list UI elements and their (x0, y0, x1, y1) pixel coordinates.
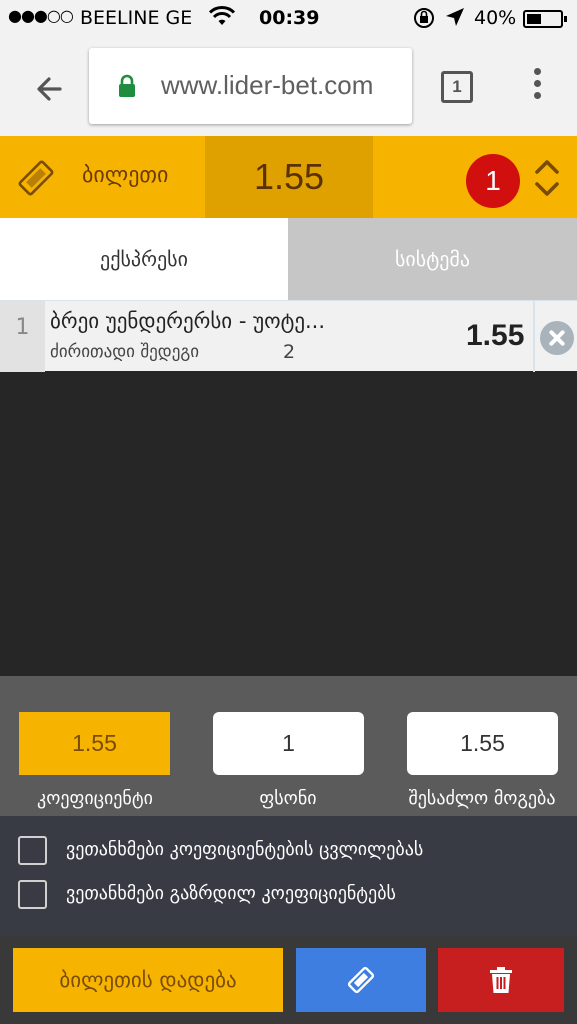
tab-switcher-icon[interactable]: 1 (441, 71, 473, 103)
save-ticket-button[interactable] (296, 948, 426, 1012)
tab-express[interactable]: ექსპრესი (0, 218, 288, 300)
bet-count-badge: 1 (466, 154, 520, 208)
ticket-title[interactable]: ბილეთი (82, 163, 168, 188)
coefficient-value: 1.55 (19, 712, 170, 775)
boosted-odds-checkbox[interactable] (18, 880, 47, 909)
place-bet-button[interactable]: ბილეთის დადება (13, 948, 283, 1012)
delete-ticket-button[interactable] (438, 948, 564, 1012)
remove-bet-icon[interactable] (540, 321, 574, 355)
boosted-odds-label[interactable]: ვეთანხმები გაზრდილ კოეფიციენტებს (66, 883, 396, 904)
agreements: ვეთანხმები კოეფიციენტების ცვლილებას ვეთა… (0, 816, 577, 936)
more-vert-icon[interactable] (527, 68, 547, 108)
odds-change-label[interactable]: ვეთანხმები კოეფიციენტების ცვლილებას (66, 839, 423, 860)
possible-win-label: შესაძლო მოგება (408, 788, 556, 809)
odds-change-checkbox[interactable] (18, 836, 47, 865)
battery-icon (523, 10, 567, 28)
bet-event-name: ბრეი უენდერერსი - უოტე... (50, 309, 326, 333)
page: ●●●○○ BEELINE GE 00:39 40% www.lider-bet… (0, 0, 577, 1024)
bet-outcome: 2 (283, 341, 296, 363)
bet-type-tabs: ექსპრესი სისტემა (0, 218, 577, 300)
bet-market: ძირითადი შედეგი (50, 342, 200, 362)
wifi-icon (208, 5, 236, 32)
address-bar[interactable]: www.lider-bet.com (89, 48, 412, 124)
coefficient-label: კოეფიციენტი (37, 788, 153, 809)
stake-label: ფსონი (259, 788, 317, 809)
bet-odds: 1.55 (466, 319, 525, 352)
location-icon (444, 6, 466, 33)
total-odds: 1.55 (205, 136, 373, 218)
signal-strength: ●●●○○ (8, 6, 74, 25)
possible-win-value: 1.55 (407, 712, 558, 775)
browser-toolbar: www.lider-bet.com 1 (0, 38, 577, 136)
battery-percent: 40% (474, 7, 517, 29)
tab-system[interactable]: სისტემა (288, 218, 577, 300)
padlock-icon (117, 74, 137, 102)
trash-icon (490, 967, 512, 993)
status-bar: ●●●○○ BEELINE GE 00:39 40% (0, 0, 577, 38)
carrier-name: BEELINE GE (80, 7, 193, 29)
bet-index: 1 (0, 301, 45, 372)
url-text[interactable]: www.lider-bet.com (161, 70, 373, 101)
stake-input[interactable]: 1 (213, 712, 364, 775)
bet-row[interactable]: 1 ბრეი უენდერერსი - უოტე... ძირითადი შედ… (0, 300, 577, 372)
ticket-icon (16, 158, 56, 202)
rotation-lock-icon (412, 6, 436, 35)
back-arrow-icon[interactable] (28, 66, 74, 112)
action-bar: ბილეთის დადება (0, 936, 577, 1024)
ticket-header: ბილეთი 1.55 1 (0, 136, 577, 218)
clock: 00:39 (259, 7, 320, 29)
divider (533, 301, 535, 372)
expand-collapse-icon[interactable] (533, 158, 561, 202)
bet-summary: 1.55 1 1.55 კოეფიციენტი ფსონი შესაძლო მო… (0, 676, 577, 816)
ticket-icon (347, 966, 375, 994)
